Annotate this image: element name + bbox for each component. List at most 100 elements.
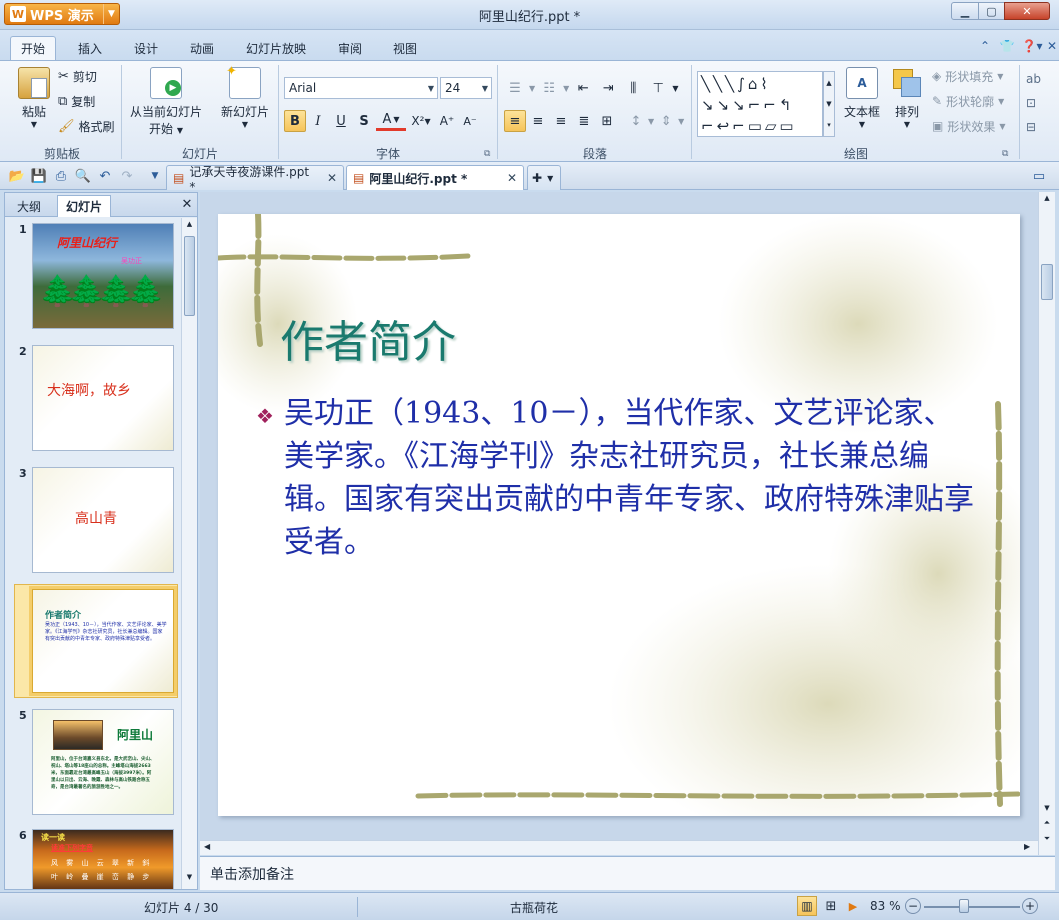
slide-thumbnail[interactable]: 阿里山纪行 吴功正 🌲🌲🌲🌲 [32, 223, 174, 329]
shapes-gallery[interactable]: ╲╲╲∫⌂⌇ ↘↘↘⌐⌐↰ ⌐↩⌐▭▱▭ [697, 71, 823, 137]
help-icon[interactable]: ❓▾ [1020, 38, 1044, 54]
scroll-thumb[interactable] [1041, 264, 1053, 300]
close-icon[interactable]: ✕ [179, 196, 195, 212]
shrink-font-button[interactable]: A⁻ [459, 110, 481, 132]
close-window-button[interactable]: ✕ [1004, 2, 1050, 20]
canvas-horizontal-scrollbar[interactable]: ◀ ▶ [200, 840, 1038, 855]
undo-icon[interactable]: ↶ [96, 167, 114, 185]
print-preview-icon[interactable]: 🔍 [74, 167, 92, 185]
numbering-icon[interactable]: ☷ [538, 77, 560, 99]
tab-review[interactable]: 审阅 [328, 36, 372, 60]
textbox-button[interactable]: A 文本框 ▼ [842, 67, 882, 129]
current-slide[interactable]: 作者简介 ❖ 吴功正（1943、10－），当代作家、文艺评论家、美学家。《江海学… [218, 214, 1020, 816]
underline-button[interactable]: U [330, 110, 352, 132]
shadow-button[interactable]: S [353, 110, 375, 132]
shape-effect-button[interactable]: ▣ 形状效果 ▼ [932, 115, 1006, 137]
redo-icon[interactable]: ↷ [118, 167, 136, 185]
maximize-button[interactable]: ▢ [978, 2, 1005, 20]
tab-home[interactable]: 开始 [10, 36, 57, 60]
cut-button[interactable]: ✂ 剪切 [58, 65, 97, 87]
tab-slides[interactable]: 幻灯片 [57, 195, 112, 217]
print-icon[interactable]: ⎙ [52, 167, 70, 185]
text-direction-icon[interactable]: ⫼ [622, 77, 644, 99]
doc-tab[interactable]: ▤ 记承天寺夜游课件.ppt * ✕ [166, 165, 344, 194]
scroll-thumb[interactable] [184, 236, 195, 316]
tab-animation[interactable]: 动画 [180, 36, 224, 60]
scroll-down-icon[interactable]: ▼ [184, 873, 195, 885]
ribbon-close-icon[interactable]: ✕ [1044, 38, 1059, 54]
next-slide-icon[interactable]: ⏷ [1041, 834, 1053, 846]
font-color-button[interactable]: A ▼ [376, 111, 406, 131]
zoom-in-icon[interactable]: + [1022, 898, 1038, 914]
line-spacing-icon[interactable]: ↕ [625, 110, 647, 132]
scroll-left-icon[interactable]: ◀ [204, 842, 210, 851]
font-family-select[interactable]: Arial ▼ [284, 77, 438, 99]
align-center-icon[interactable]: ≡ [527, 110, 549, 132]
arrange-label: 排列 [894, 105, 919, 119]
canvas-vertical-scrollbar[interactable]: ▲ ▼ ⏶ ⏷ [1038, 192, 1055, 855]
zoom-slider-track[interactable] [924, 906, 1020, 908]
tab-insert[interactable]: 插入 [68, 36, 112, 60]
align-left-icon[interactable]: ≡ [504, 110, 526, 132]
drawing-dialog-launcher-icon[interactable]: ⧉ [1002, 149, 1008, 159]
paragraph-spacing-icon[interactable]: ⇕ [655, 110, 677, 132]
shape-outline-button[interactable]: ✎ 形状轮廓 ▼ [932, 90, 1004, 112]
slide-thumbnail[interactable]: 大海啊，故乡 [32, 345, 174, 451]
grow-font-button[interactable]: A⁺ [436, 110, 458, 132]
tab-view[interactable]: 视图 [383, 36, 427, 60]
doc-tab-active[interactable]: ▤ 阿里山纪行.ppt * ✕ [346, 165, 524, 190]
minimize-button[interactable]: ▁ [951, 2, 979, 20]
scroll-right-icon[interactable]: ▶ [1024, 842, 1030, 851]
superscript-button[interactable]: X² ▼ [407, 110, 435, 132]
distribute-icon[interactable]: ⊞ [596, 110, 618, 132]
panel-scrollbar[interactable]: ▲ ▼ [181, 218, 197, 889]
more-tools-icon[interactable]: ab ⊡ ⊟ [1026, 67, 1041, 139]
slide-thumbnail[interactable]: 阿里山 阿里山，位于台湾嘉义县东北，是大武峦山、尖山、祝山、塔山等18座山的总称… [32, 709, 174, 815]
tab-design[interactable]: 设计 [124, 36, 168, 60]
slide-title[interactable]: 作者简介 [280, 306, 456, 370]
paste-button[interactable]: 粘贴 ▼ [14, 67, 54, 129]
notes-pane[interactable]: 单击添加备注 [200, 856, 1055, 890]
slide-body-text[interactable]: 吴功正（1943、10－），当代作家、文艺评论家、美学家。《江海学刊》杂志社研究… [284, 392, 974, 564]
scroll-up-icon[interactable]: ▲ [1041, 194, 1053, 208]
zoom-slider-thumb[interactable] [959, 899, 969, 913]
skin-icon[interactable]: 👕 [999, 38, 1015, 54]
bullets-icon[interactable]: ☰ [504, 77, 526, 99]
new-slide-button[interactable]: ✦ 新幻灯片 ▼ [216, 64, 274, 129]
close-icon[interactable]: ✕ [327, 171, 337, 185]
scroll-up-icon[interactable]: ▲ [184, 220, 195, 232]
italic-button[interactable]: I [307, 110, 329, 132]
collapse-ribbon-icon[interactable]: ⌃ [977, 38, 993, 54]
slideshow-icon[interactable]: ▶ [843, 896, 863, 916]
prev-slide-icon[interactable]: ⏶ [1041, 818, 1053, 830]
justify-icon[interactable]: ≣ [573, 110, 595, 132]
slide-thumbnail[interactable]: 读一读 读准下列字音 风 雾 山 云 翠 新 斜 叶 岭 叠 崖 峦 静 步 [32, 829, 174, 889]
tab-list-icon[interactable]: ▭ [1030, 167, 1048, 185]
normal-view-icon[interactable]: ▥ [797, 896, 817, 916]
shape-fill-button[interactable]: ◈ 形状填充 ▼ [932, 65, 1003, 87]
font-size-select[interactable]: 24 ▼ [440, 77, 492, 99]
align-right-icon[interactable]: ≡ [550, 110, 572, 132]
scroll-down-icon[interactable]: ▼ [1041, 804, 1053, 816]
tab-slideshow[interactable]: 幻灯片放映 [236, 36, 316, 60]
customize-toolbar-icon[interactable]: ▼ [146, 167, 164, 185]
tab-outline[interactable]: 大纲 [9, 195, 49, 217]
bold-button[interactable]: B [284, 110, 306, 132]
align-text-icon[interactable]: ⊤ [647, 77, 669, 99]
slide-thumbnail[interactable]: 高山青 [32, 467, 174, 573]
open-folder-icon[interactable]: 📂 [8, 167, 26, 185]
zoom-out-icon[interactable]: − [905, 898, 921, 914]
play-from-current-button[interactable]: ▶ 从当前幻灯片 开始 ▼ [128, 67, 204, 137]
increase-indent-icon[interactable]: ⇥ [597, 77, 619, 99]
slide-sorter-icon[interactable]: ⊞ [821, 896, 841, 916]
new-tab-button[interactable]: ✚ ▼ [527, 165, 561, 190]
copy-button[interactable]: ⧉ 复制 [58, 90, 95, 112]
slide-thumbnail-selected[interactable]: 作者简介 吴功正（1943、10－），当代作家、文艺评论家、美学家。《江海学刊》… [29, 586, 177, 696]
font-dialog-launcher-icon[interactable]: ⧉ [484, 149, 490, 159]
close-icon[interactable]: ✕ [507, 171, 517, 185]
format-painter-button[interactable]: 🖌 格式刷 [58, 115, 115, 137]
save-icon[interactable]: 💾 [30, 167, 48, 185]
decrease-indent-icon[interactable]: ⇤ [572, 77, 594, 99]
shapes-gallery-scroll[interactable]: ▲ ▼ ▾ [823, 71, 835, 137]
arrange-button[interactable]: 排列 ▼ [888, 67, 926, 129]
